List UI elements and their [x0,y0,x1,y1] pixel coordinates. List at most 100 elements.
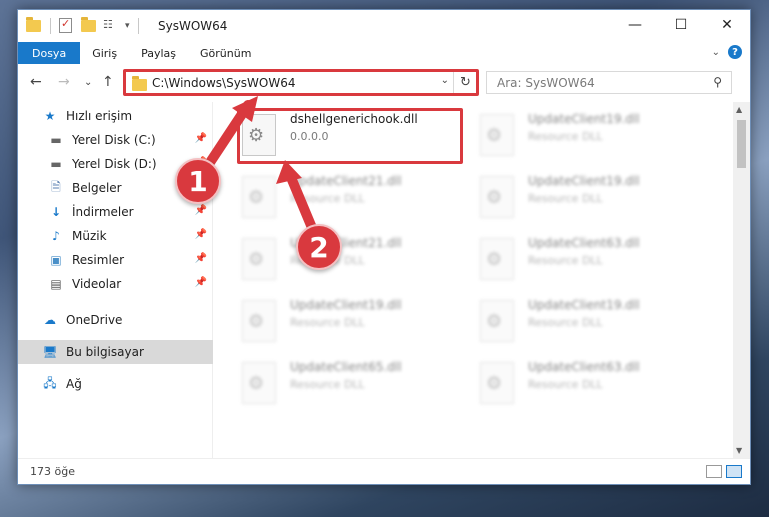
drive-icon: ▬ [50,157,62,171]
tab-share[interactable]: Paylaş [129,42,188,64]
help-icon[interactable]: ? [728,45,742,59]
recent-locations-button[interactable]: ⌄ [84,77,92,88]
up-button[interactable]: ↑ [102,74,114,90]
tab-view[interactable]: Görünüm [188,42,263,64]
dll-file-icon [242,176,276,218]
file-type: Resource DLL [290,192,365,205]
tab-home[interactable]: Giriş [80,42,129,64]
file-name: UpdateClient19.dll [528,112,640,126]
file-type: Resource DLL [528,130,603,143]
sidebar-item-local-disk-c[interactable]: ▬ Yerel Disk (C:) 📌 [18,128,213,152]
sidebar-item-label: Resimler [72,253,125,267]
sidebar-item-onedrive[interactable]: ☁ OneDrive [18,308,213,332]
sidebar-item-label: OneDrive [66,313,123,327]
scrollbar-thumb[interactable] [737,120,746,168]
dll-file-icon [480,238,514,280]
address-bar[interactable]: C:\Windows\SysWOW64 ⌄ ↻ [123,71,478,94]
quick-access-toolbar: ☷ ▾ [26,17,141,34]
sidebar-item-label: İndirmeler [72,205,134,219]
pin-icon[interactable]: 📌 [195,253,207,264]
file-tile[interactable]: UpdateClient65.dll Resource DLL [242,358,472,414]
sidebar-item-label: Belgeler [72,181,122,195]
folder-icon [26,17,42,34]
title-bar: ☷ ▾ SysWOW64 — ☐ ✕ [18,10,750,42]
file-tile[interactable]: UpdateClient19.dll Resource DLL [480,110,710,166]
sidebar-item-label: Yerel Disk (D:) [72,157,157,171]
close-button[interactable]: ✕ [704,10,750,40]
file-tile[interactable]: UpdateClient21.dll Resource DLL [242,234,472,290]
file-type: Resource DLL [528,316,603,329]
file-tile[interactable]: UpdateClient19.dll Resource DLL [480,296,710,352]
file-name: UpdateClient19.dll [528,298,640,312]
callout-2-badge: 2 [296,224,342,270]
folder-icon [132,76,147,91]
sidebar-item-this-pc[interactable]: 🖥 Bu bilgisayar [18,340,213,364]
sidebar-item-label: Müzik [72,229,107,243]
cloud-icon: ☁ [44,313,56,327]
expand-ribbon-icon[interactable]: ⌄ [712,47,720,58]
videos-icon: ▤ [50,277,62,291]
dll-file-icon [480,176,514,218]
address-dropdown-icon[interactable]: ⌄ [441,75,449,86]
address-path[interactable]: C:\Windows\SysWOW64 [152,76,296,90]
dll-file-icon [242,114,276,156]
maximize-button[interactable]: ☐ [658,10,704,40]
customize-toolbar-icon[interactable]: ▾ [125,21,130,31]
view-menu-icon[interactable]: ☷ [103,18,119,34]
forward-button[interactable]: → [58,74,70,90]
file-type: Resource DLL [290,378,365,391]
sidebar-item-label: Hızlı erişim [66,109,133,123]
sidebar-item-music[interactable]: ♪ Müzik 📌 [18,224,213,248]
pin-icon[interactable]: 📌 [195,205,207,216]
file-tile[interactable]: UpdateClient21.dll Resource DLL [242,172,472,228]
minimize-button[interactable]: — [612,10,658,40]
scroll-down-icon[interactable]: ▼ [736,446,742,455]
sidebar-item-network[interactable]: 🖧 Ağ [18,372,213,396]
ribbon-tabs: Dosya Giriş Paylaş Görünüm ⌄ ? [18,42,750,64]
vertical-scrollbar[interactable]: ▲ ▼ [733,102,750,458]
toolbar-divider [137,18,139,34]
pin-icon[interactable]: 📌 [195,133,207,144]
file-name: UpdateClient19.dll [290,298,402,312]
sidebar-item-quick-access[interactable]: ★ Hızlı erişim [18,104,213,128]
file-tile-highlighted[interactable]: dshellgenerichook.dll 0.0.0.0 [242,110,472,166]
new-folder-icon[interactable] [81,17,97,34]
sidebar-item-downloads[interactable]: ↓ İndirmeler 📌 [18,200,213,224]
sidebar-item-label: Videolar [72,277,122,291]
file-tile[interactable]: UpdateClient19.dll Resource DLL [480,172,710,228]
explorer-window: ☷ ▾ SysWOW64 — ☐ ✕ Dosya Giriş Paylaş Gö… [17,9,751,485]
star-icon: ★ [44,109,56,123]
dll-file-icon [242,362,276,404]
item-count: 173 öğe [30,465,75,478]
navigation-pane: ★ Hızlı erişim ▬ Yerel Disk (C:) 📌 ▬ Yer… [18,102,213,458]
pin-icon[interactable]: 📌 [195,277,207,288]
file-name: UpdateClient65.dll [290,360,402,374]
dll-file-icon [480,362,514,404]
sidebar-item-label: Bu bilgisayar [66,345,144,359]
file-name: UpdateClient63.dll [528,236,640,250]
file-tile[interactable]: UpdateClient19.dll Resource DLL [242,296,472,352]
file-tile[interactable]: UpdateClient63.dll Resource DLL [480,358,710,414]
sidebar-item-pictures[interactable]: ▣ Resimler 📌 [18,248,213,272]
computer-icon: 🖥 [42,345,58,359]
pin-icon[interactable]: 📌 [195,229,207,240]
tab-file[interactable]: Dosya [18,42,81,64]
search-placeholder[interactable]: Ara: SysWOW64 [497,76,595,90]
status-bar: 173 öğe [18,458,750,484]
dll-file-icon [242,238,276,280]
scroll-up-icon[interactable]: ▲ [736,105,742,114]
properties-icon[interactable] [59,17,75,34]
documents-icon: 🗎 [51,179,61,194]
file-name: UpdateClient21.dll [290,174,402,188]
callout-1-badge: 1 [175,158,221,204]
details-view-icon[interactable] [706,465,722,478]
file-version: 0.0.0.0 [290,130,329,143]
refresh-icon[interactable]: ↻ [453,72,477,93]
navigation-bar: ← → ⌄ ↑ C:\Windows\SysWOW64 ⌄ ↻ Ara: Sys… [18,68,750,98]
search-box[interactable]: Ara: SysWOW64 ⚲ [486,71,732,94]
sidebar-item-videos[interactable]: ▤ Videolar 📌 [18,272,213,296]
file-tile[interactable]: UpdateClient63.dll Resource DLL [480,234,710,290]
search-icon[interactable]: ⚲ [713,75,722,89]
back-button[interactable]: ← [30,74,42,90]
large-icons-view-icon[interactable] [726,465,742,478]
